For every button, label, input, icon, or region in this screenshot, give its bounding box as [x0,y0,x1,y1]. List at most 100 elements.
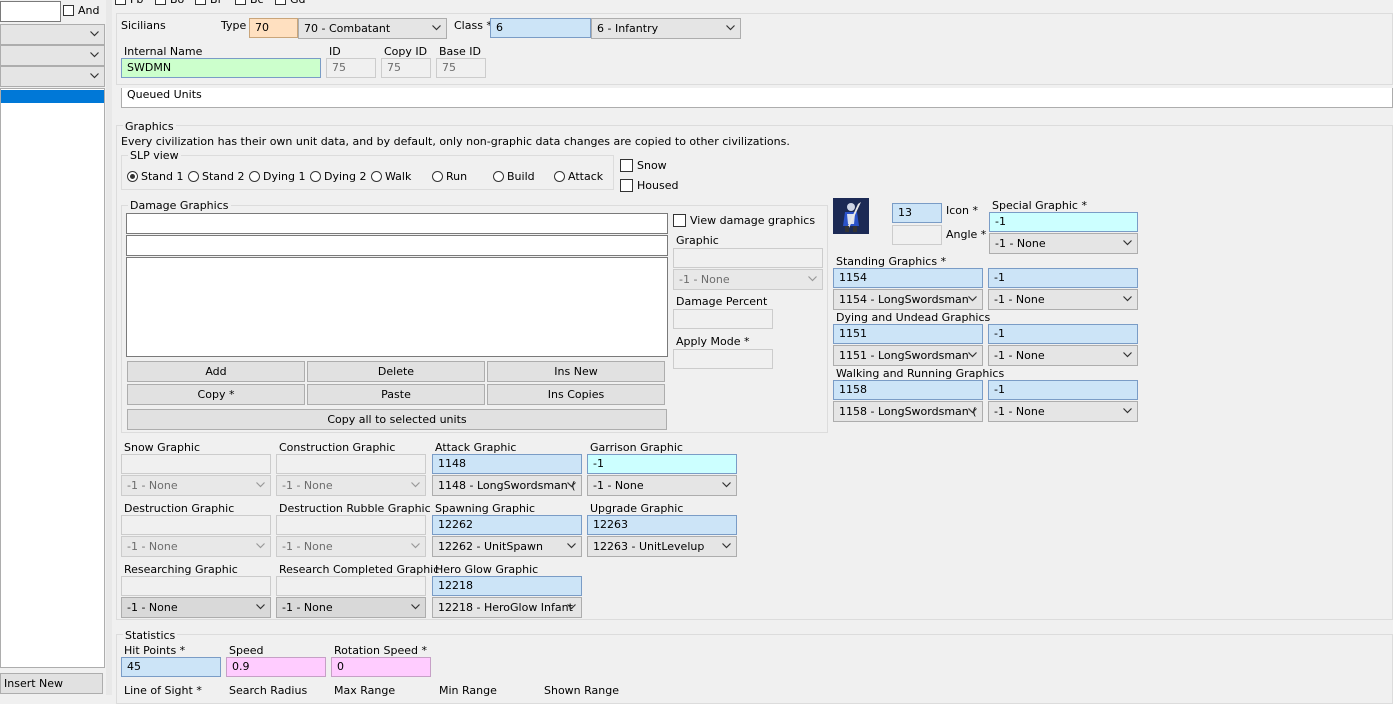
destruction-rubble-graphic-label: Destruction Rubble Graphic [279,502,431,515]
chevron-down-icon [726,19,736,38]
apply-mode-input [673,349,773,369]
garrison-graphic-select[interactable]: -1 - None [587,475,737,496]
hit-points-input[interactable]: 45 [121,657,221,677]
research-completed-graphic-input [276,576,426,596]
attack-graphic-select[interactable]: 1148 - LongSwordsman ( [432,475,582,496]
hit-points-label: Hit Points * [124,644,186,657]
slp-radio-build[interactable]: Build [493,170,535,183]
spawning-graphic-select[interactable]: 12262 - UnitSpawn [432,536,582,557]
civ-label: Sicilians [121,19,166,32]
damage-graphics-list[interactable] [126,257,668,357]
damage-delete-button[interactable]: Delete [307,361,485,382]
panel-splitter[interactable] [106,0,112,695]
dying-graphic-2-select[interactable]: -1 - None [988,345,1138,366]
speed-input[interactable]: 0.9 [226,657,326,677]
slp-view-title: SLP view [128,149,181,162]
hero-glow-graphic-input[interactable]: 12218 [432,576,582,596]
filter-select-1[interactable] [0,24,105,45]
walking-graphic-2-select[interactable]: -1 - None [988,401,1138,422]
queued-units-label: Queued Units [127,88,202,101]
top-check-bf[interactable]: Bf [195,0,221,6]
type-input[interactable]: 70 [249,18,298,38]
top-check-fb[interactable]: Fb [115,0,143,6]
housed-checkbox[interactable]: Housed [620,179,678,192]
top-check-bo[interactable]: Bo [155,0,184,6]
search-radius-label: Search Radius [229,684,308,697]
and-checkbox[interactable]: And [63,4,99,17]
copy-id-label: Copy ID [384,45,428,58]
special-graphic-input[interactable]: -1 [989,212,1138,232]
icon-label: Icon * [946,204,978,217]
damage-ins-new-button[interactable]: Ins New [487,361,665,382]
rotation-speed-input[interactable]: 0 [331,657,431,677]
top-check-bc[interactable]: Bc [235,0,264,6]
speed-label: Speed [229,644,264,657]
research-completed-graphic-select[interactable]: -1 - None [276,597,426,618]
apply-mode-label: Apply Mode * [676,335,750,348]
slp-radio-run[interactable]: Run [432,170,467,183]
class-select[interactable]: 6 - Infantry [591,18,741,39]
special-graphic-select[interactable]: -1 - None [989,233,1138,254]
slp-radio-attack[interactable]: Attack [554,170,603,183]
hero-glow-graphic-select[interactable]: 12218 - HeroGlow Infant [432,597,582,618]
filter-select-2[interactable] [0,45,105,66]
search-input[interactable] [0,1,61,22]
standing-graphic-2-input[interactable]: -1 [988,268,1138,288]
standing-graphics-label: Standing Graphics * [836,255,947,268]
chevron-down-icon [567,598,577,617]
upgrade-graphic-select[interactable]: 12263 - UnitLevelup [587,536,737,557]
dying-graphic-2-input[interactable]: -1 [988,324,1138,344]
walking-graphic-2-input[interactable]: -1 [988,380,1138,400]
damage-copy-all-button[interactable]: Copy all to selected units [127,409,667,430]
slp-radio-dying-1[interactable]: Dying 1 [249,170,306,183]
attack-graphic-input[interactable]: 1148 [432,454,582,474]
snow-checkbox[interactable]: Snow [620,159,667,172]
walking-graphic-1-input[interactable]: 1158 [833,380,983,400]
damage-ins-copies-button[interactable]: Ins Copies [487,384,665,405]
researching-graphic-select[interactable]: -1 - None [121,597,271,618]
unit-list-selected-row[interactable] [1,90,104,103]
chevron-down-icon [808,270,818,289]
id-label: ID [329,45,341,58]
top-check-gd[interactable]: Gd [275,0,306,6]
dying-graphic-1-select[interactable]: 1151 - LongSwordsman [833,345,983,366]
rotation-speed-label: Rotation Speed * [334,644,427,657]
dying-graphic-1-input[interactable]: 1151 [833,324,983,344]
left-panel: And Insert New [0,0,106,695]
filter-select-3[interactable] [0,66,105,87]
damage-paste-button[interactable]: Paste [307,384,485,405]
chevron-down-icon [90,25,100,44]
garrison-graphic-input[interactable]: -1 [587,454,737,474]
and-checkbox-box[interactable] [63,5,74,16]
damage-search-input-2[interactable] [126,235,668,256]
slp-radio-stand-2[interactable]: Stand 2 [188,170,245,183]
damage-copy-button[interactable]: Copy * [127,384,305,405]
destruction-graphic-select: -1 - None [121,536,271,557]
spawning-graphic-input[interactable]: 12262 [432,515,582,535]
slp-radio-dying-2[interactable]: Dying 2 [310,170,367,183]
standing-graphic-1-input[interactable]: 1154 [833,268,983,288]
id-input: 75 [326,58,376,78]
destruction-rubble-graphic-select: -1 - None [276,536,426,557]
damage-add-button[interactable]: Add [127,361,305,382]
slp-radio-walk[interactable]: Walk [371,170,411,183]
damage-search-input-1[interactable] [126,213,668,234]
standing-graphic-1-select[interactable]: 1154 - LongSwordsman [833,289,983,310]
walking-graphic-1-select[interactable]: 1158 - LongSwordsman ( [833,401,983,422]
type-select[interactable]: 70 - Combatant [298,18,447,39]
upgrade-graphic-input[interactable]: 12263 [587,515,737,535]
chevron-down-icon [968,402,978,421]
view-damage-graphics-checkbox[interactable]: View damage graphics [673,214,815,227]
standing-graphic-2-select[interactable]: -1 - None [988,289,1138,310]
unit-list[interactable] [0,88,105,668]
garrison-graphic-label: Garrison Graphic [590,441,683,454]
queued-units-box[interactable]: Queued Units [121,88,1393,108]
icon-input[interactable]: 13 [892,203,942,223]
class-input[interactable]: 6 [490,18,591,38]
and-label: And [78,4,100,17]
chevron-down-icon [1123,402,1133,421]
internal-name-input[interactable]: SWDMN [121,58,321,78]
insert-new-button[interactable]: Insert New [0,673,103,694]
slp-radio-stand-1[interactable]: Stand 1 [127,170,184,183]
graphics-title: Graphics [123,120,176,133]
